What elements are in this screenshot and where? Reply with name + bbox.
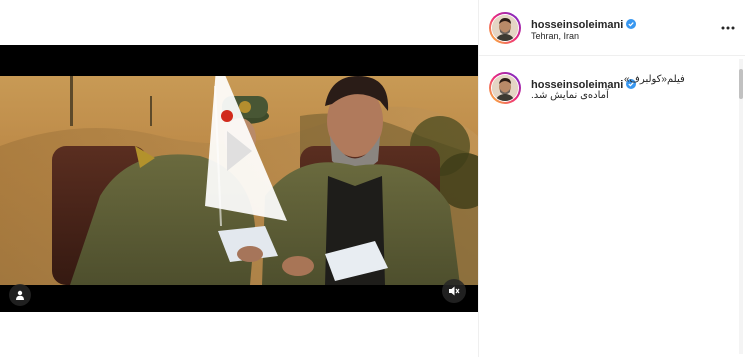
- user-tag-icon: [16, 290, 24, 300]
- instagram-post-modal: hosseinsoleimani Tehran, Iran hosseinsol…: [0, 0, 745, 357]
- caption-avatar[interactable]: [489, 72, 521, 104]
- post-header: hosseinsoleimani Tehran, Iran: [479, 0, 745, 56]
- mute-button[interactable]: [442, 279, 466, 303]
- caption-text-line-2: آماده‌ی نمایش شد.: [531, 90, 609, 101]
- user-tag-button[interactable]: [9, 284, 31, 306]
- scrollbar-thumb[interactable]: [739, 69, 743, 99]
- location-link[interactable]: Tehran, Iran: [531, 31, 579, 41]
- more-options-icon: [721, 26, 735, 30]
- post-side-panel: hosseinsoleimani Tehran, Iran hosseinsol…: [478, 0, 745, 357]
- caption-text-line-1: فیلم«کولبرف»: [624, 74, 685, 85]
- username-link[interactable]: hosseinsoleimani: [531, 19, 623, 31]
- muted-speaker-icon: [449, 286, 460, 296]
- more-options-button[interactable]: [719, 19, 737, 37]
- media-pane: [0, 0, 478, 357]
- video-player[interactable]: [0, 45, 478, 312]
- verified-badge-icon: [626, 19, 637, 29]
- video-frame: [0, 76, 478, 285]
- avatar-image: [492, 75, 518, 101]
- avatar-image: [492, 15, 518, 41]
- comments-section: hosseinsoleimani فیلم«کولبرف» آماده‌ی نم…: [479, 56, 745, 357]
- avatar[interactable]: [489, 12, 521, 44]
- play-icon[interactable]: [197, 76, 287, 226]
- comments-scrollbar[interactable]: [739, 59, 743, 354]
